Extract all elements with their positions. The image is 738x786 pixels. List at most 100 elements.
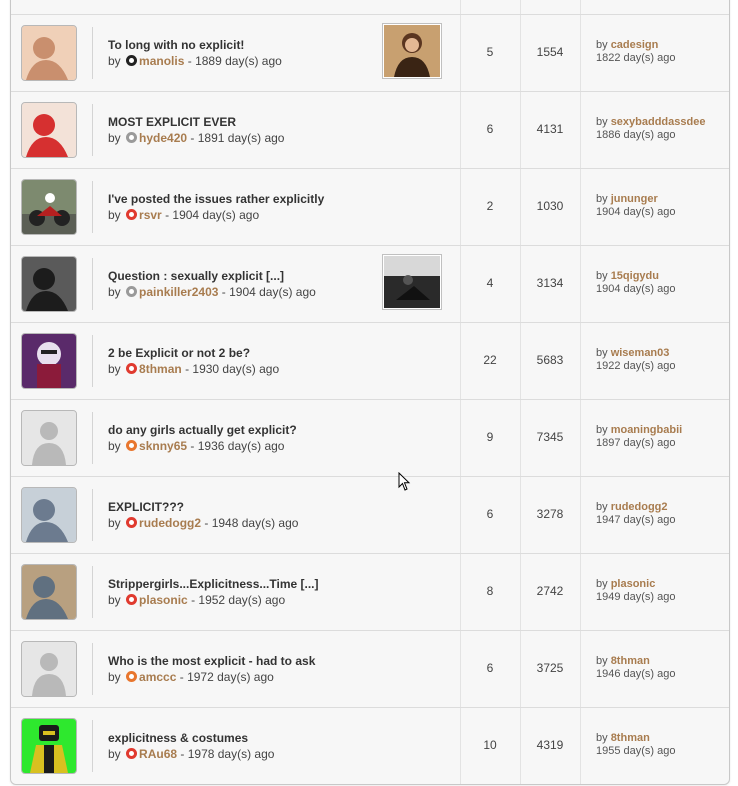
author-link[interactable]: rsvr — [139, 208, 162, 222]
topic-age: - 1891 day(s) ago — [190, 131, 285, 145]
topic-title-link[interactable]: I've posted the issues rather explicitly — [108, 192, 378, 206]
avatar[interactable] — [21, 487, 77, 543]
topic-age: - 1948 day(s) ago — [204, 516, 299, 530]
by-label: by — [596, 732, 608, 744]
author-link[interactable]: amccc — [139, 670, 176, 684]
avatar[interactable] — [21, 179, 77, 235]
column-separator — [580, 15, 581, 91]
last-poster-link[interactable]: 8thman — [611, 655, 650, 667]
topic-title-link[interactable]: MOST EXPLICIT EVER — [108, 115, 378, 129]
by-label: by — [596, 347, 608, 359]
last-post-info: by cadesign 1822 day(s) ago — [596, 39, 676, 65]
topic-age: - 1972 day(s) ago — [179, 670, 274, 684]
last-post-age: 1949 day(s) ago — [596, 591, 676, 603]
rank-badge-icon — [126, 286, 138, 297]
author-link[interactable]: sknny65 — [139, 439, 187, 453]
view-count: 1554 — [536, 45, 564, 59]
author-link[interactable]: RAu68 — [139, 747, 177, 761]
thumbnail-image[interactable] — [382, 23, 442, 79]
column-separator — [460, 0, 461, 14]
view-count: 4131 — [536, 122, 564, 136]
last-post-info: by moaningbabii 1897 day(s) ago — [596, 424, 682, 450]
topic-cell: MOST EXPLICIT EVER by hyde420 - 1891 day(… — [108, 115, 378, 145]
topic-meta: by sknny65 - 1936 day(s) ago — [108, 439, 378, 453]
topic-table: To long with no explicit! by manolis - 18… — [10, 0, 730, 785]
avatar[interactable] — [21, 718, 77, 774]
topic-title-link[interactable]: do any girls actually get explicit? — [108, 423, 378, 437]
avatar[interactable] — [21, 564, 77, 620]
last-poster-link[interactable]: jununger — [611, 193, 658, 205]
topic-cell: To long with no explicit! by manolis - 18… — [108, 38, 378, 68]
divider — [92, 489, 93, 541]
topic-meta: by painkiller2403 - 1904 day(s) ago — [108, 285, 378, 299]
table-row: To long with no explicit! by manolis - 18… — [11, 15, 729, 92]
divider — [92, 181, 93, 233]
avatar[interactable] — [21, 641, 77, 697]
topic-title-link[interactable]: explicitness & costumes — [108, 731, 378, 745]
topic-cell: I've posted the issues rather explicitly… — [108, 192, 378, 222]
topic-age: - 1904 day(s) ago — [221, 285, 316, 299]
divider — [92, 412, 93, 464]
rank-badge-icon — [126, 132, 138, 143]
rank-badge-icon — [126, 55, 138, 66]
by-label: by — [108, 439, 121, 453]
divider — [92, 258, 93, 310]
divider — [92, 335, 93, 387]
reply-count: 9 — [486, 430, 494, 444]
view-count: 4319 — [536, 738, 564, 752]
topic-meta: by rsvr - 1904 day(s) ago — [108, 208, 378, 222]
topic-age: - 1978 day(s) ago — [180, 747, 275, 761]
last-poster-link[interactable]: plasonic — [611, 578, 656, 590]
author-link[interactable]: rudedogg2 — [139, 516, 201, 530]
topic-title-link[interactable]: 2 be Explicit or not 2 be? — [108, 346, 378, 360]
avatar[interactable] — [21, 256, 77, 312]
avatar[interactable] — [21, 25, 77, 81]
topic-meta: by hyde420 - 1891 day(s) ago — [108, 131, 378, 145]
by-label: by — [108, 131, 121, 145]
topic-cell: do any girls actually get explicit? by sk… — [108, 423, 378, 453]
topic-cell: EXPLICIT??? by rudedogg2 - 1948 day(s) ag… — [108, 500, 378, 530]
by-label: by — [108, 208, 121, 222]
author-link[interactable]: plasonic — [139, 593, 188, 607]
table-row-partial — [11, 0, 729, 15]
column-separator — [580, 708, 581, 784]
topic-title-link[interactable]: Who is the most explicit - had to ask — [108, 654, 378, 668]
table-row: explicitness & costumes by RAu68 - 1978 d… — [11, 708, 729, 784]
last-poster-link[interactable]: cadesign — [611, 39, 659, 51]
table-row: MOST EXPLICIT EVER by hyde420 - 1891 day(… — [11, 92, 729, 169]
last-post-age: 1922 day(s) ago — [596, 360, 676, 372]
last-poster-link[interactable]: 8thman — [611, 732, 650, 744]
avatar[interactable] — [21, 410, 77, 466]
last-poster-link[interactable]: wiseman03 — [611, 347, 670, 359]
thumbnail-image[interactable] — [382, 254, 442, 310]
reply-count: 10 — [483, 738, 497, 752]
topic-title-link[interactable]: EXPLICIT??? — [108, 500, 378, 514]
column-separator — [580, 169, 581, 245]
last-poster-link[interactable]: moaningbabii — [611, 424, 683, 436]
column-separator — [580, 477, 581, 553]
author-link[interactable]: manolis — [139, 54, 184, 68]
view-count: 3725 — [536, 661, 564, 675]
by-label: by — [596, 39, 608, 51]
topic-meta: by amccc - 1972 day(s) ago — [108, 670, 378, 684]
last-poster-link[interactable]: 15qigydu — [611, 270, 659, 282]
table-row: Who is the most explicit - had to ask by … — [11, 631, 729, 708]
rank-badge-icon — [126, 594, 138, 605]
last-post-info: by 8thman 1946 day(s) ago — [596, 655, 676, 681]
avatar[interactable] — [21, 102, 77, 158]
divider — [92, 27, 93, 79]
by-label: by — [108, 747, 121, 761]
avatar[interactable] — [21, 333, 77, 389]
topic-title-link[interactable]: To long with no explicit! — [108, 38, 378, 52]
author-link[interactable]: 8thman — [139, 362, 182, 376]
view-count: 7345 — [536, 430, 564, 444]
by-label: by — [108, 516, 121, 530]
author-link[interactable]: hyde420 — [139, 131, 187, 145]
last-poster-link[interactable]: rudedogg2 — [611, 501, 668, 513]
topic-title-link[interactable]: Question : sexually explicit [...] — [108, 269, 378, 283]
topic-title-link[interactable]: Strippergirls...Explicitness...Time [...… — [108, 577, 378, 591]
last-poster-link[interactable]: sexybadddassdee — [611, 116, 706, 128]
by-label: by — [596, 270, 608, 282]
author-link[interactable]: painkiller2403 — [139, 285, 218, 299]
last-post-info: by plasonic 1949 day(s) ago — [596, 578, 676, 604]
